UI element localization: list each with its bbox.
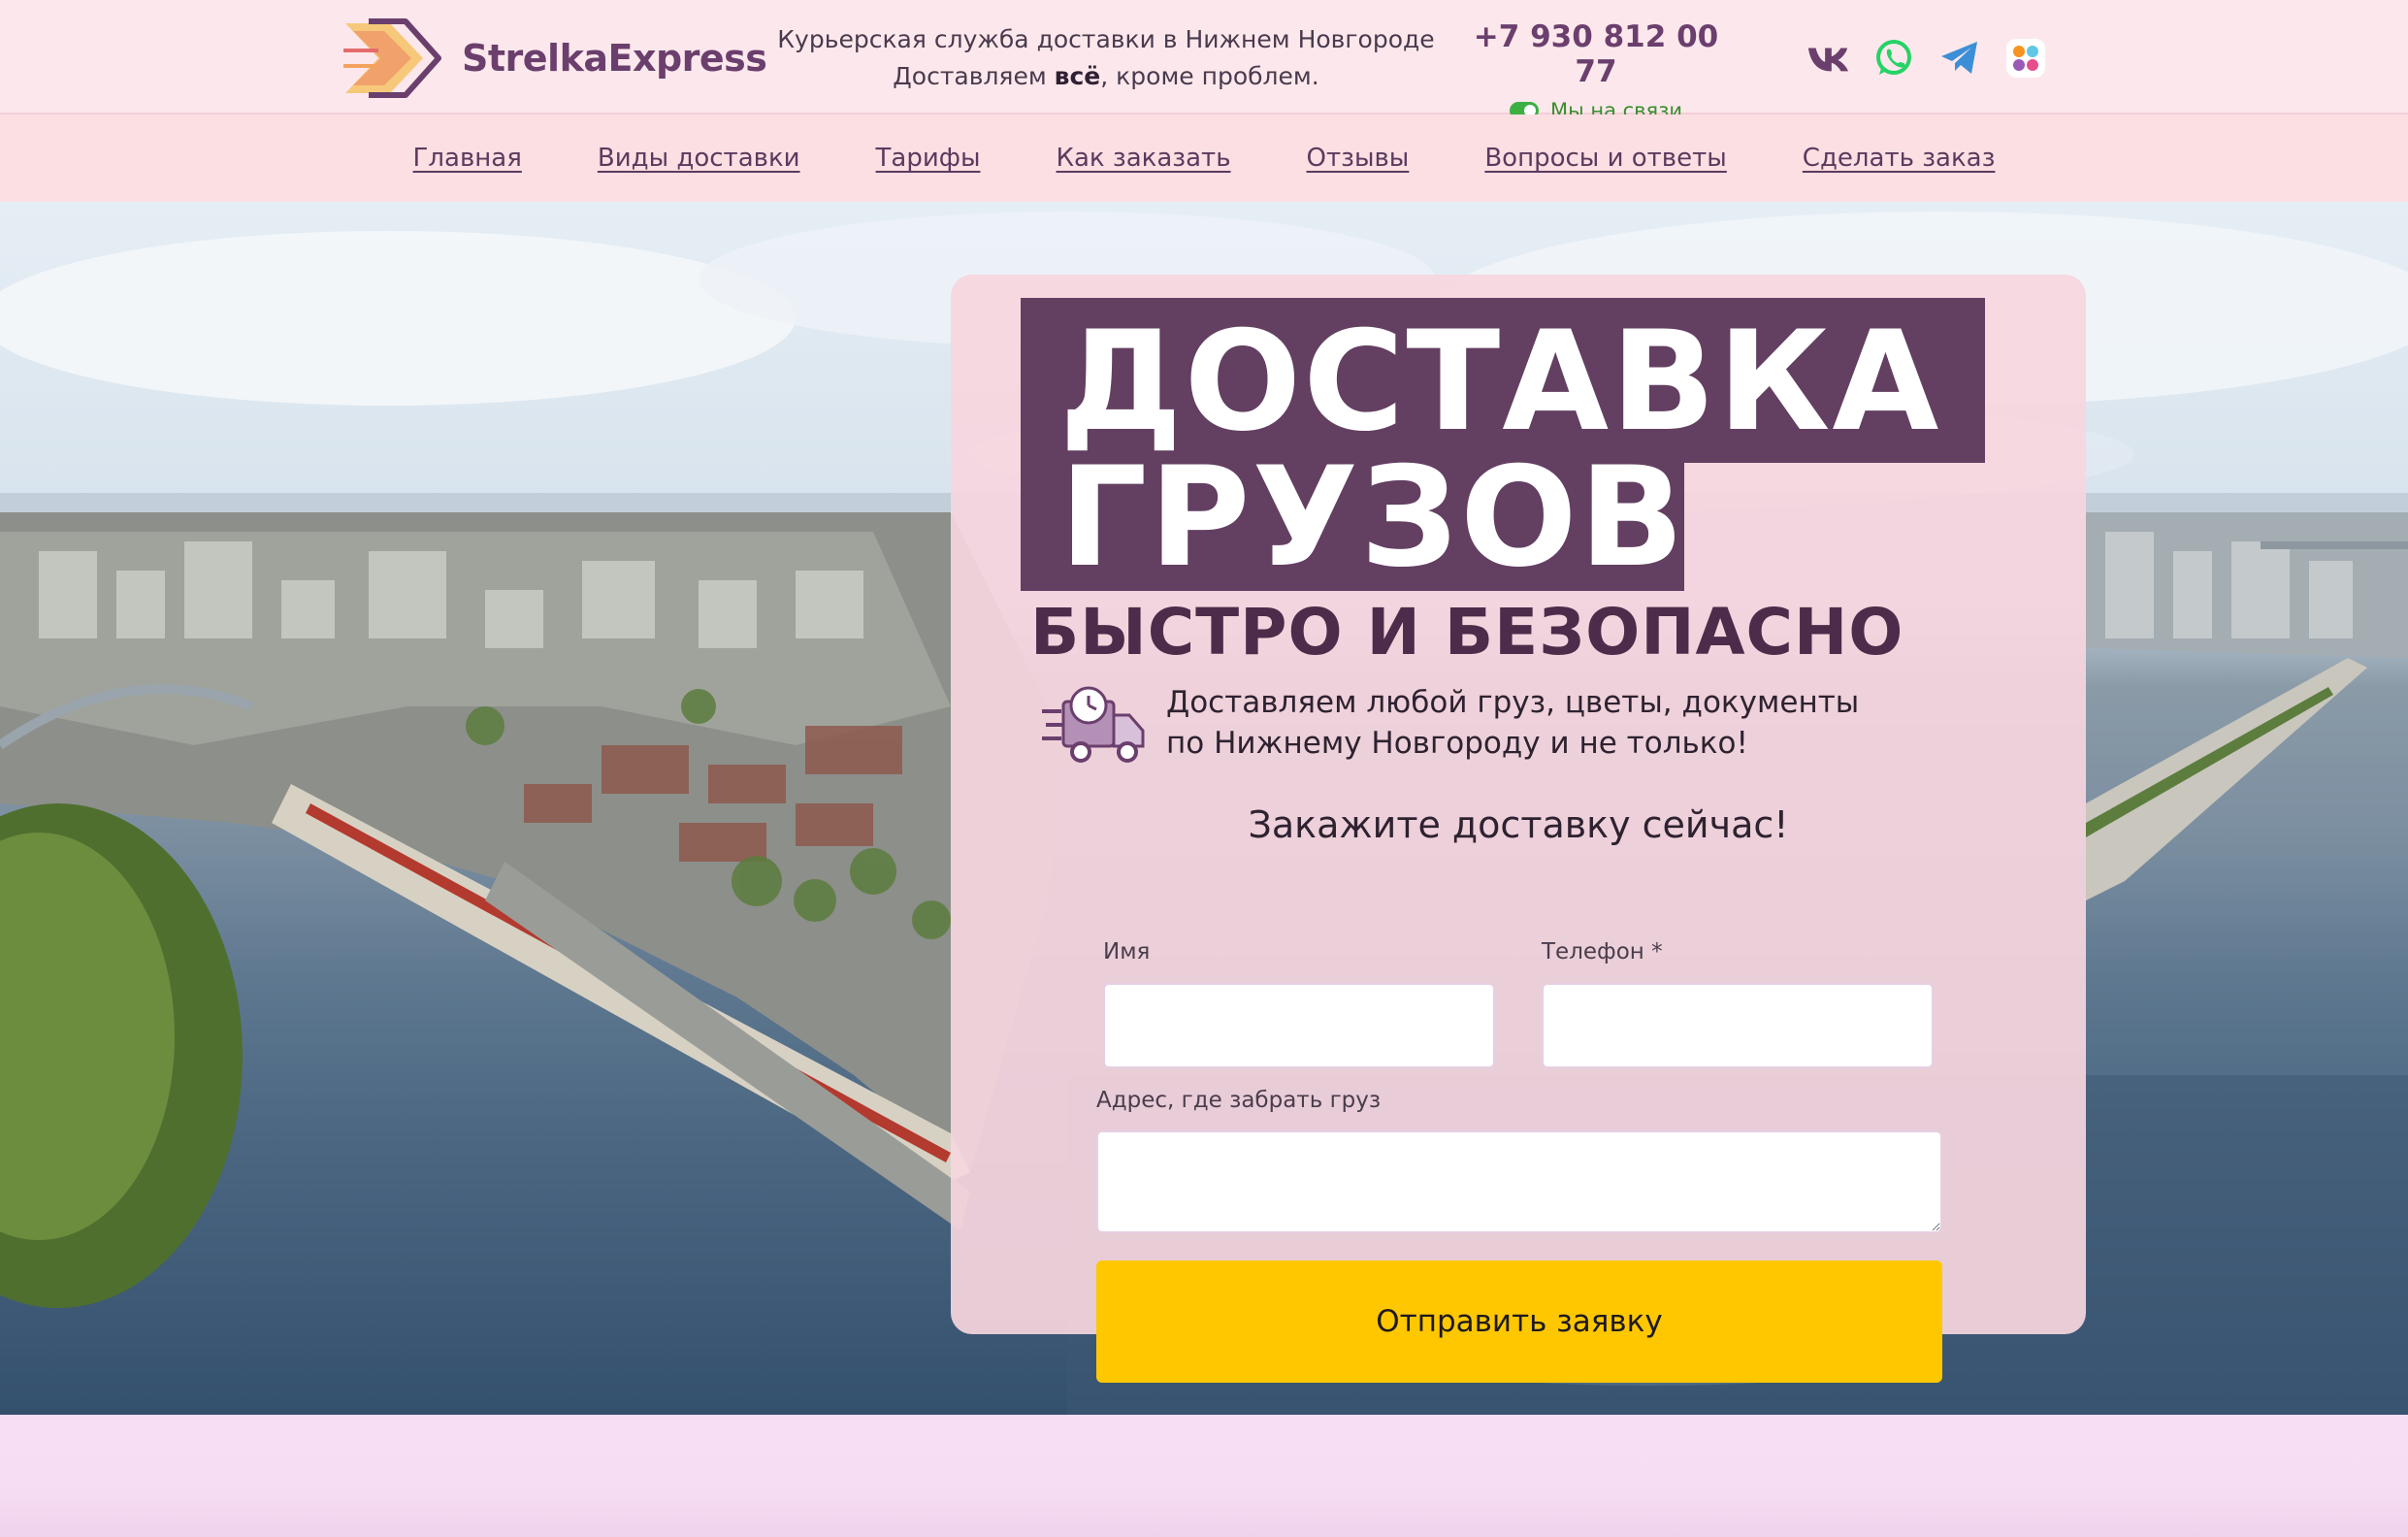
nav-item-make-order[interactable]: Сделать заказ	[1803, 144, 1996, 173]
nav-item-how-to-order[interactable]: Как заказать	[1057, 144, 1231, 173]
vk-icon[interactable]	[1806, 37, 1849, 80]
whatsapp-icon[interactable]	[1872, 37, 1915, 80]
tagline-text: , кроме проблем.	[1100, 62, 1319, 90]
address-label: Адрес, где забрать груз	[1096, 1088, 1382, 1113]
tagline-bold: всё	[1054, 62, 1101, 90]
name-label: Имя	[1103, 939, 1151, 965]
hero-title-line2: ГРУЗОВ	[1059, 438, 1686, 598]
hero-section: ДОСТАВКА ГРУЗОВ БЫСТРО И БЕЗОПАСНО Доста…	[0, 202, 2408, 1415]
form-title: Закажите доставку сейчас!	[1248, 803, 1789, 846]
telegram-icon[interactable]	[1938, 37, 1981, 80]
logo[interactable]: StrelkaExpress	[340, 16, 767, 101]
contact-block: +7 930 812 00 77 Мы на связи	[1455, 19, 1737, 122]
main-nav: Главная Виды доставки Тарифы Как заказат…	[0, 114, 2408, 202]
name-input[interactable]	[1103, 983, 1495, 1068]
max-messenger-icon[interactable]	[2004, 37, 2047, 80]
logo-arrow-icon	[343, 18, 441, 98]
hero-lead: Доставляем любой груз, цветы, документы …	[1040, 682, 1904, 769]
hero-title-line1: ДОСТАВКА	[1059, 302, 1941, 462]
hero-lead-text: Доставляем любой груз, цветы, документы …	[1166, 685, 1860, 761]
order-card: ДОСТАВКА ГРУЗОВ БЫСТРО И БЕЗОПАСНО Доста…	[951, 275, 2086, 1383]
fast-delivery-truck-icon	[1042, 686, 1145, 763]
nav-item-tariffs[interactable]: Тарифы	[876, 144, 981, 173]
phone-link[interactable]: +7 930 812 00 77	[1455, 19, 1737, 89]
nav-item-home[interactable]: Главная	[413, 144, 522, 173]
hero-subtitle: БЫСТРО И БЕЗОПАСНО	[1030, 595, 1904, 670]
brand-name: StrelkaExpress	[462, 37, 767, 80]
tagline-text: Доставляем	[893, 62, 1055, 90]
page-footer-area	[0, 1415, 2408, 1537]
phone-label: Телефон *	[1542, 939, 1663, 965]
nav-item-faq[interactable]: Вопросы и ответы	[1484, 144, 1726, 173]
nav-item-reviews[interactable]: Отзывы	[1307, 144, 1410, 173]
tagline-line2: Доставляем всё, кроме проблем.	[766, 58, 1446, 95]
site-header: StrelkaExpress Курьерская служба доставк…	[0, 0, 2408, 122]
social-links	[1806, 37, 2047, 80]
submit-button[interactable]: Отправить заявку	[1096, 1260, 1942, 1383]
header-tagline: Курьерская служба доставки в Нижнем Новг…	[766, 21, 1446, 95]
nav-item-delivery-types[interactable]: Виды доставки	[598, 144, 800, 173]
address-textarea[interactable]	[1096, 1130, 1942, 1233]
phone-input[interactable]	[1542, 983, 1934, 1068]
tagline-line1: Курьерская служба доставки в Нижнем Новг…	[777, 25, 1435, 53]
